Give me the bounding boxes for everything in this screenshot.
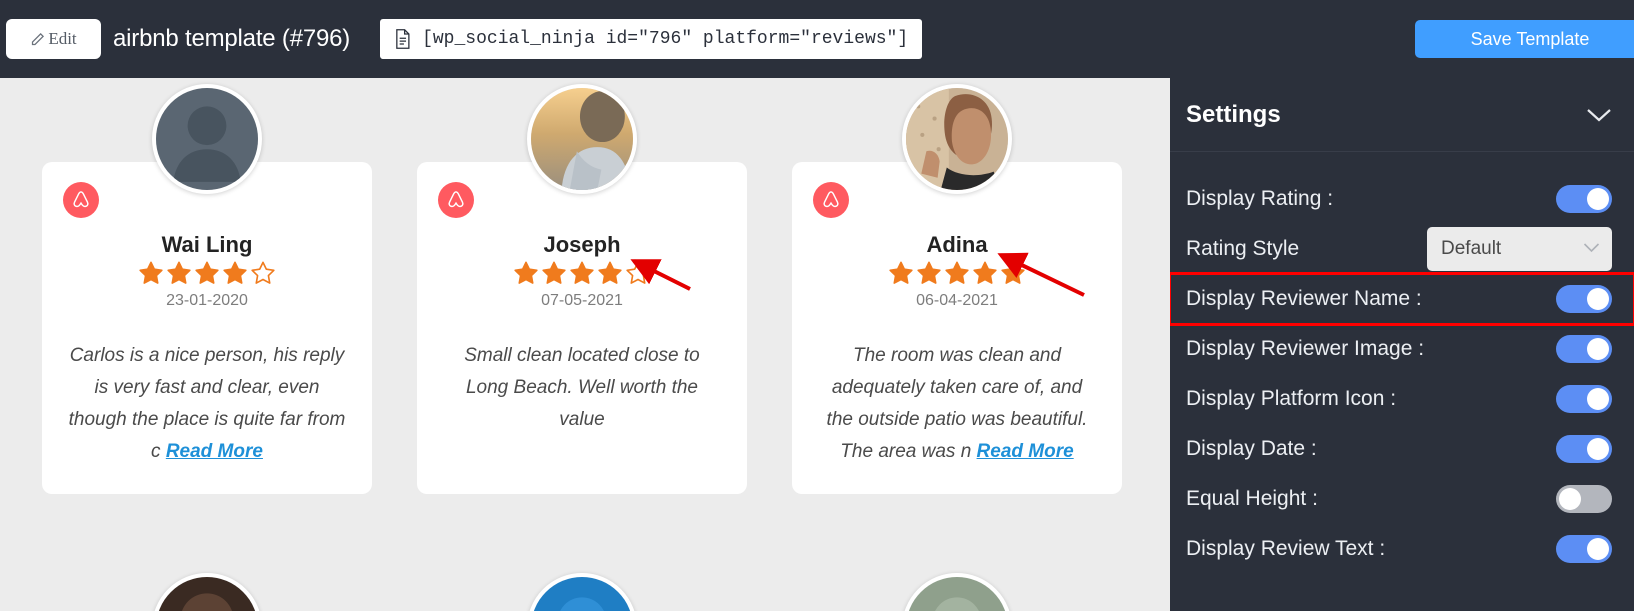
review-date: 07-05-2021 [541,292,623,309]
setting-row-display-platform-icon[interactable]: Display Platform Icon : [1170,374,1634,424]
review-date: 23-01-2020 [166,292,248,309]
settings-list: Display Rating : Rating Style Default Di… [1170,152,1634,574]
avatar-photo [531,88,633,190]
rating-style-select[interactable]: Default [1427,227,1612,271]
review-card[interactable]: Joseph 07-05-2021 Small clean located cl… [417,84,747,494]
template-preview-canvas: Wai Ling 23-01-2020 Carlos is a nice per… [0,78,1170,611]
review-text: Carlos is a nice person, his reply is ve… [68,340,346,468]
display-reviewer-image-toggle[interactable] [1556,335,1612,363]
reviewer-name: Adina [926,232,988,257]
rating-stars [68,260,346,286]
reviews-grid: Wai Ling 23-01-2020 Carlos is a nice per… [42,84,1122,494]
setting-row-display-date[interactable]: Display Date : [1170,424,1634,474]
setting-row-display-rating[interactable]: Display Rating : [1170,174,1634,224]
setting-label: Display Rating : [1186,187,1334,210]
display-date-toggle[interactable] [1556,435,1612,463]
chevron-down-icon [1583,240,1600,258]
reviewer-name: Joseph [543,232,621,257]
airbnb-icon [63,182,99,218]
shortcode-field[interactable]: [wp_social_ninja id="796" platform="revi… [380,19,923,59]
review-date: 06-04-2021 [916,292,998,309]
setting-label: Display Review Text : [1186,537,1386,560]
airbnb-icon [438,182,474,218]
display-review-text-toggle[interactable] [1556,535,1612,563]
avatar-photo [906,88,1008,190]
settings-title: Settings [1186,100,1281,128]
chevron-down-icon[interactable] [1586,107,1612,123]
review-card[interactable]: Adina 06-04-2021 The room was clean and … [792,84,1122,494]
review-body: Small clean located close to Long Beach.… [464,345,700,430]
setting-label: Display Reviewer Image : [1186,337,1425,360]
reviewer-avatar [527,84,637,194]
avatar-placeholder-icon [156,88,258,190]
reviews-grid-next-row [42,573,1122,611]
top-toolbar: Edit airbnb template (#796) [wp_social_n… [0,0,1634,78]
equal-height-toggle[interactable] [1556,485,1612,513]
setting-row-display-review-text[interactable]: Display Review Text : [1170,524,1634,574]
edit-button[interactable]: Edit [6,19,101,59]
rating-stars [818,260,1096,286]
reviewer-avatar [527,573,637,611]
settings-panel: Settings Display Rating : Rating Style D… [1170,78,1634,611]
airbnb-icon [813,182,849,218]
display-rating-toggle[interactable] [1556,185,1612,213]
rating-stars [443,260,721,286]
pencil-icon [30,32,45,47]
setting-label: Rating Style [1186,237,1300,260]
reviewer-avatar [902,573,1012,611]
setting-label: Display Platform Icon : [1186,387,1397,410]
setting-row-display-reviewer-name[interactable]: Display Reviewer Name : [1170,272,1634,326]
read-more-link[interactable]: Read More [977,441,1074,462]
settings-panel-header[interactable]: Settings [1170,78,1634,152]
display-reviewer-name-toggle[interactable] [1556,285,1612,313]
review-card[interactable]: Wai Ling 23-01-2020 Carlos is a nice per… [42,84,372,494]
rating-style-value: Default [1441,238,1502,259]
review-text: Small clean located close to Long Beach.… [443,340,721,436]
setting-row-display-reviewer-image[interactable]: Display Reviewer Image : [1170,324,1634,374]
setting-label: Equal Height : [1186,487,1318,510]
review-text: The room was clean and adequately taken … [818,340,1096,468]
reviewer-name: Wai Ling [161,232,253,257]
template-title: airbnb template (#796) [113,25,351,52]
setting-label: Display Reviewer Name : [1186,287,1422,310]
reviewer-avatar [902,84,1012,194]
setting-row-equal-height[interactable]: Equal Height : [1170,474,1634,524]
display-platform-icon-toggle[interactable] [1556,385,1612,413]
reviewer-avatar [152,84,262,194]
setting-row-rating-style[interactable]: Rating Style Default [1170,224,1634,274]
setting-label: Display Date : [1186,437,1317,460]
document-icon [394,29,411,49]
shortcode-text: [wp_social_ninja id="796" platform="revi… [422,29,909,49]
reviewer-avatar [152,573,262,611]
save-template-button[interactable]: Save Template [1415,20,1634,58]
edit-button-label: Edit [48,29,77,48]
read-more-link[interactable]: Read More [166,441,263,462]
